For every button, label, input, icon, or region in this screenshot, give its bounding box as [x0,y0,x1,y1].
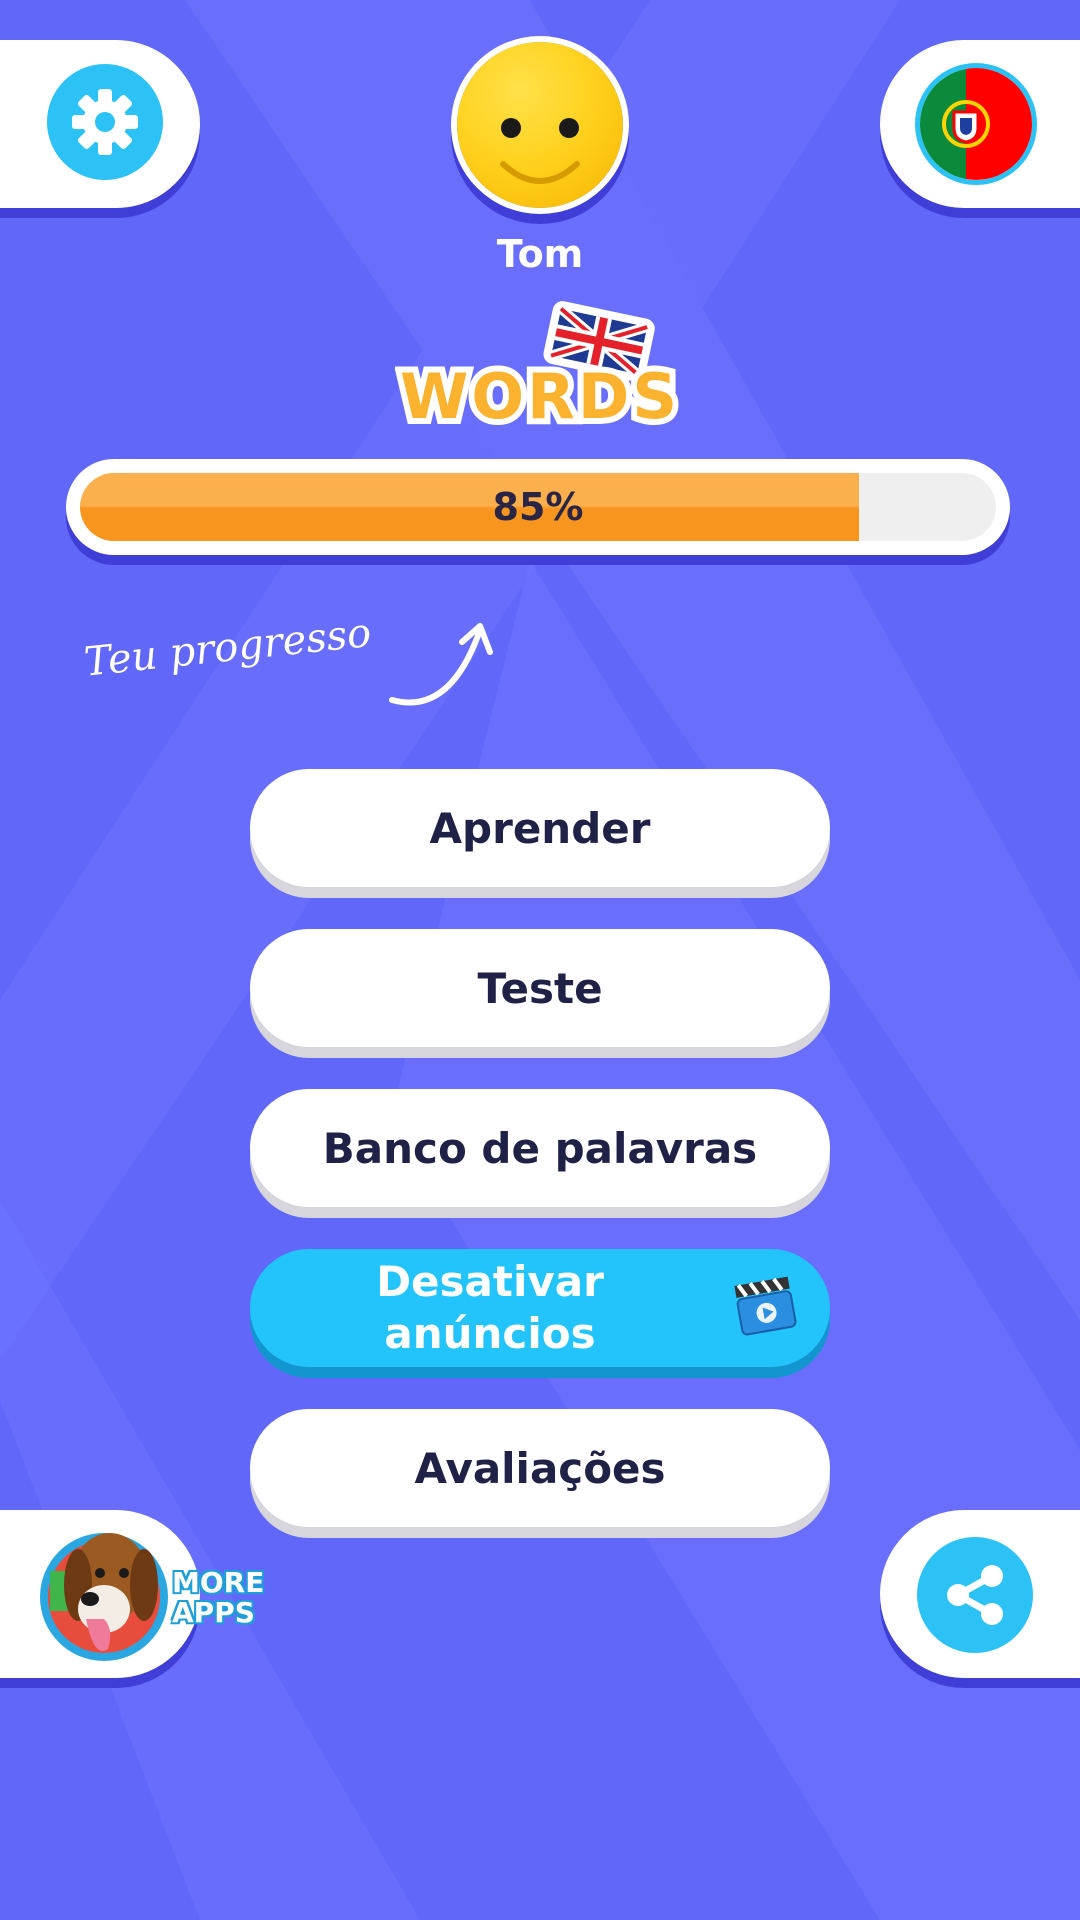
word-bank-label: Banco de palavras [322,1123,758,1173]
test-label: Teste [477,963,603,1013]
smiley-face-icon [500,118,580,184]
language-button[interactable] [915,63,1037,185]
more-apps-line1: MORE [172,1566,265,1599]
reviews-label: Avaliações [414,1443,666,1493]
clapperboard-icon [734,1276,797,1336]
curved-arrow-icon [389,623,493,706]
share-icon [947,1565,1003,1625]
test-button[interactable]: Teste [250,929,830,1047]
gear-icon [72,89,138,155]
portugal-flag-icon [920,68,1032,180]
words-logo: WORDS [395,301,683,438]
more-apps-line2: APPS [172,1596,255,1629]
remove-ads-line2: anúncios [384,1309,596,1358]
more-apps-button[interactable] [38,1515,170,1667]
logo-text: WORDS [400,360,680,433]
progress-label: 85% [492,485,584,529]
progress-track: 85% [80,473,996,541]
learn-button[interactable]: Aprender [250,769,830,887]
more-apps-label[interactable]: MORE APPS [172,1568,272,1628]
reviews-button[interactable]: Avaliações [250,1409,830,1527]
progress-bar: 85% [66,459,1010,555]
remove-ads-button[interactable]: Desativar anúncios [250,1249,830,1367]
dog-icon [40,1533,168,1661]
username: Tom [496,232,584,276]
avatar[interactable] [457,42,623,208]
remove-ads-line1: Desativar [376,1257,604,1306]
remove-ads-label: Desativar anúncios [250,1256,730,1360]
learn-label: Aprender [429,803,651,853]
word-bank-button[interactable]: Banco de palavras [250,1089,830,1207]
settings-button[interactable] [47,64,163,180]
share-button[interactable] [917,1537,1033,1653]
